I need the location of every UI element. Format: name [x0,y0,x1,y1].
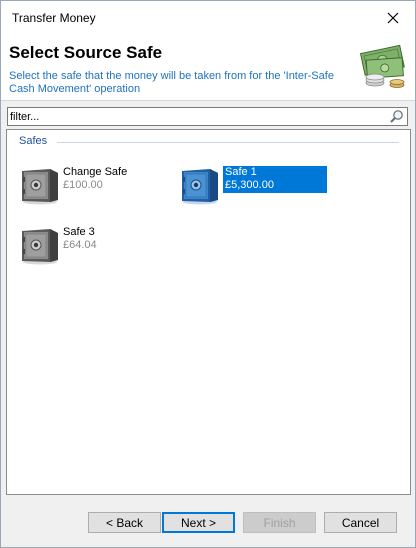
safe-icon [22,229,58,265]
safe-icon [22,169,58,205]
safe-item-change-safe[interactable]: Change Safe £100.00 [19,163,149,207]
safe-name: Change Safe [63,166,128,178]
filter-box [7,107,408,126]
close-icon [387,12,399,24]
safe-balance: £64.04 [63,239,97,251]
window-title: Transfer Money [12,11,96,25]
safe-name: Safe 1 [225,166,257,178]
title-bar: Transfer Money [1,1,415,35]
button-bar: < Back Next > Finish Cancel [1,499,415,547]
search-icon[interactable] [389,109,404,124]
transfer-money-dialog: Transfer Money Select Source Safe Select… [0,0,416,548]
safe-balance: £100.00 [63,179,103,191]
group-header-safes: Safes [19,135,48,147]
finish-button[interactable]: Finish [243,512,316,533]
safe-label: Change Safe £100.00 [61,166,129,192]
safe-name: Safe 3 [63,226,95,238]
page-description: Select the safe that the money will be t… [9,70,334,95]
safe-label: Safe 3 £64.04 [61,226,99,252]
group-divider [57,142,399,143]
safes-list: Safes Change Safe £100.00 Safe 1 £5,300.… [6,129,411,495]
wizard-header: Select Source Safe Select the safe that … [1,35,415,101]
safe-item-safe-1[interactable]: Safe 1 £5,300.00 [179,163,329,207]
safe-label: Safe 1 £5,300.00 [222,165,328,194]
safe-icon [182,169,218,205]
safe-balance: £5,300.00 [225,179,274,191]
back-button[interactable]: < Back [88,512,161,533]
page-title: Select Source Safe [9,43,163,62]
close-button[interactable] [371,1,415,35]
money-icon [359,44,405,88]
filter-input[interactable] [10,109,385,124]
next-button[interactable]: Next > [162,512,235,533]
safe-item-safe-3[interactable]: Safe 3 £64.04 [19,223,149,267]
cancel-button[interactable]: Cancel [324,512,397,533]
